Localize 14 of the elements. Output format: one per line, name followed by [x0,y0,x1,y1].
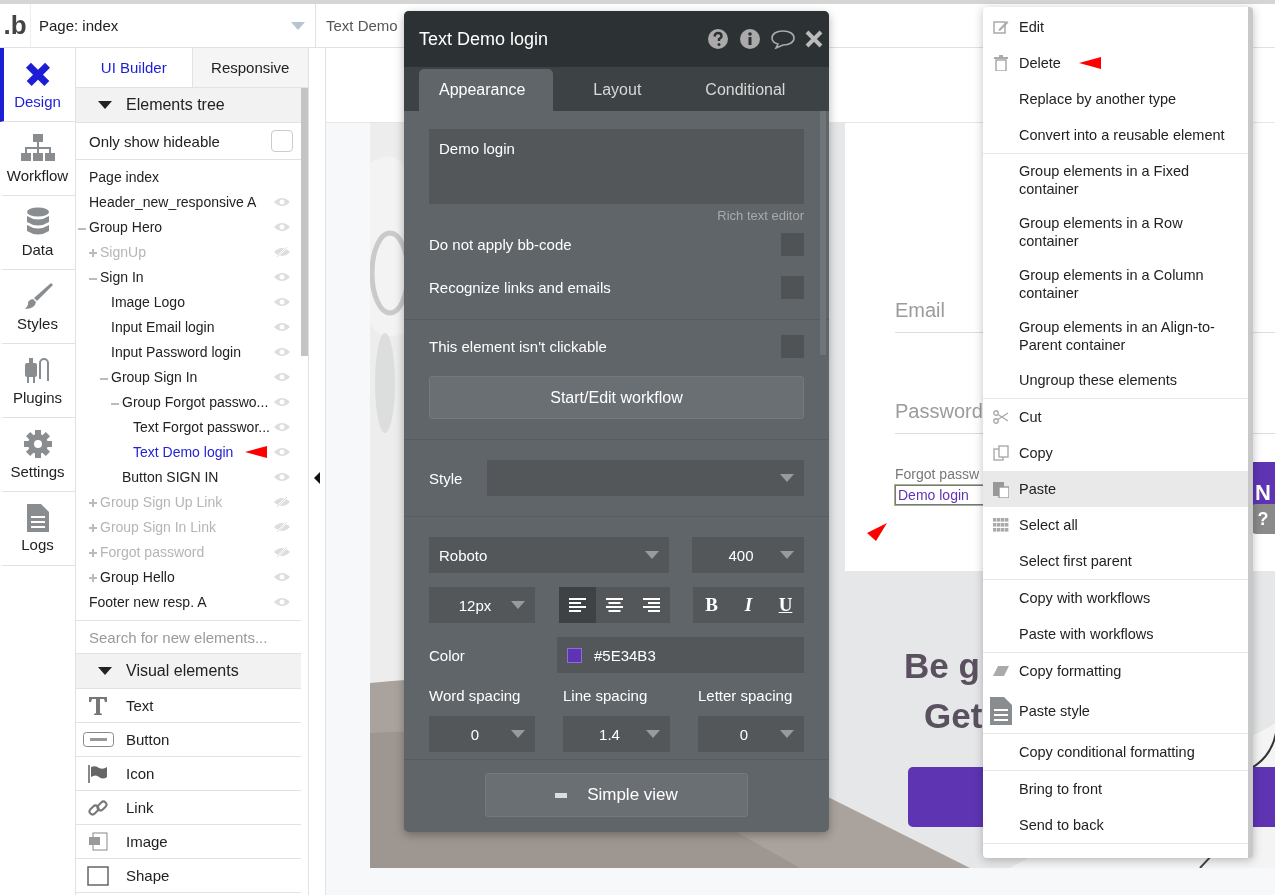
field-label: Style [429,469,463,487]
option-label: Recognize links and emails [429,279,611,296]
headline-text: Get [924,695,983,737]
forgot-password-text: Forgot passw [895,466,981,482]
field-label: Word spacing [429,687,522,704]
headline-text: Be g [904,645,980,687]
hint-text: Rich text editor [716,208,804,223]
option-label: Do not apply bb-code [429,236,572,253]
field-label: Color [429,646,465,664]
field-label: Letter spacing [698,687,794,704]
field-label: Line spacing [563,687,649,704]
option-label: This element isn't clickable [429,338,607,355]
panel-title: Text Demo login [419,28,550,50]
option-label: Only show hideable [89,132,220,150]
